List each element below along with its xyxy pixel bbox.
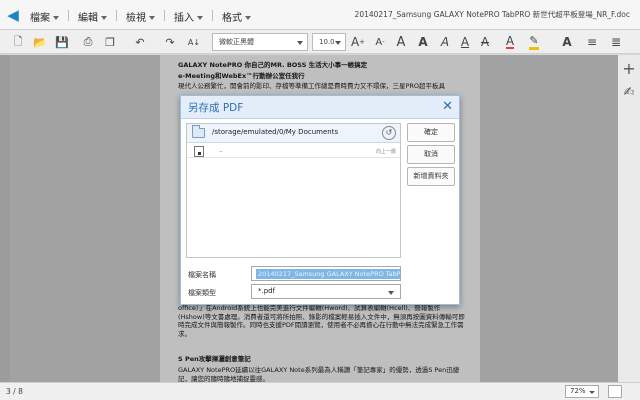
ok-button[interactable]: 確定: [407, 123, 455, 142]
back-arrow-icon[interactable]: ◀: [4, 6, 22, 24]
text-style-icon[interactable]: A: [560, 33, 574, 51]
align-center-icon[interactable]: ≣: [608, 33, 624, 51]
status-bar: 3 / 8 72%: [0, 382, 640, 400]
new-file-icon[interactable]: 🗋: [10, 33, 26, 51]
add-icon[interactable]: +: [621, 61, 637, 77]
dialog-titlebar: 另存成 PDF ✕: [181, 96, 459, 119]
file-icon: [194, 146, 204, 157]
new-folder-button[interactable]: 新增資料夾: [407, 167, 455, 186]
dialog-title: 另存成 PDF: [188, 102, 244, 114]
undo-icon[interactable]: ↶: [130, 33, 150, 51]
open-folder-icon[interactable]: 📂: [32, 33, 48, 51]
save-icon[interactable]: 💾: [54, 33, 70, 51]
toolbar: 🗋 📂 💾 ⎙ ❐ ↶ ↷ A↓ 微軟正黑體 10.0 A + A- A A A …: [0, 30, 640, 54]
font-name-select[interactable]: 微軟正黑體: [212, 33, 308, 51]
format-painter-icon[interactable]: A↓: [186, 33, 202, 51]
menu-file-label: 檔案: [30, 13, 50, 24]
large-font-icon[interactable]: A: [394, 33, 408, 51]
document-title: 20140217_Samsung GALAXY NotePRO TabPRO 新…: [354, 10, 630, 19]
font-size-value: 10.0: [319, 38, 335, 46]
redo-icon[interactable]: ↷: [160, 33, 180, 51]
menu-format-label: 格式: [222, 13, 242, 24]
font-color-icon[interactable]: A: [502, 33, 518, 51]
bold-text-icon[interactable]: A: [416, 33, 430, 51]
folder-icon: [192, 125, 205, 138]
filename-label: 檔案名稱: [188, 271, 216, 279]
up-level-icon[interactable]: ↺: [382, 126, 396, 140]
file-browser: /storage/emulated/0/My Documents ↺ .. 向上…: [186, 123, 401, 258]
decrease-font-icon[interactable]: A-: [372, 33, 388, 51]
menu-file[interactable]: 檔案: [30, 9, 59, 24]
align-left-icon[interactable]: ≡: [584, 33, 600, 51]
filename-input[interactable]: 20140217_Samsung GALAXY NotePRO TabPRO 新…: [251, 266, 401, 281]
path-bar: /storage/emulated/0/My Documents ↺: [187, 124, 400, 143]
zoom-value: 72%: [570, 387, 586, 395]
italic-text-icon[interactable]: A: [438, 33, 452, 51]
file-list-item[interactable]: .. 向上一層: [187, 145, 400, 158]
menu-format[interactable]: 格式: [222, 9, 251, 24]
filename-value: 20140217_Samsung GALAXY NotePRO TabPRO 新…: [256, 269, 400, 279]
print-icon[interactable]: ⎙: [80, 33, 96, 51]
menu-insert-label: 插入: [174, 13, 194, 24]
strikethrough-text-icon[interactable]: A: [478, 33, 492, 51]
menu-bar: ◀ 檔案 編輯 檢視 插入 格式 20140217_Samsung GALAXY…: [0, 0, 640, 30]
underline-text-icon[interactable]: A: [458, 33, 472, 51]
page-indicator: 3 / 8: [6, 387, 23, 396]
font-name-value: 微軟正黑體: [219, 38, 254, 46]
font-size-select[interactable]: 10.0: [312, 33, 346, 51]
cancel-button[interactable]: 取消: [407, 145, 455, 164]
file-desc: 向上一層: [375, 149, 396, 155]
increase-font-icon[interactable]: A +: [350, 33, 366, 51]
save-as-pdf-dialog: 另存成 PDF ✕ /storage/emulated/0/My Documen…: [180, 95, 460, 305]
filetype-select[interactable]: *.pdf: [251, 284, 401, 299]
highlighter-icon[interactable]: ✎: [526, 33, 542, 51]
right-sidebar: + ✍: [618, 55, 640, 382]
fit-page-icon[interactable]: [608, 385, 622, 398]
file-name: ..: [219, 147, 223, 154]
comment-icon[interactable]: ✍: [621, 85, 637, 101]
zoom-select[interactable]: 72%: [565, 385, 599, 398]
menu-edit[interactable]: 編輯: [78, 9, 107, 24]
close-icon[interactable]: ✕: [442, 99, 453, 115]
share-icon[interactable]: ❐: [102, 33, 118, 51]
filetype-label: 檔案類型: [188, 289, 216, 297]
menu-view[interactable]: 檢視: [126, 9, 155, 24]
current-path: /storage/emulated/0/My Documents: [212, 128, 339, 136]
menu-edit-label: 編輯: [78, 13, 98, 24]
menu-insert[interactable]: 插入: [174, 9, 203, 24]
menu-view-label: 檢視: [126, 13, 146, 24]
filetype-value: *.pdf: [258, 287, 276, 295]
